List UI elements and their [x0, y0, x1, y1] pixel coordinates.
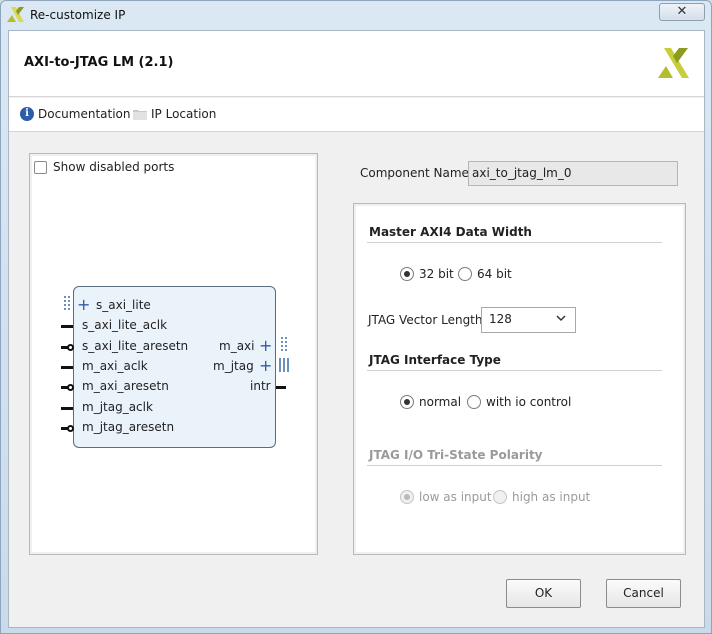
radio-with-io-control[interactable] — [467, 395, 481, 409]
port-m-axi-aresetn: m_axi_aresetn — [82, 379, 169, 393]
radio-64-bit-label: 64 bit — [477, 267, 512, 281]
folder-icon — [133, 110, 147, 120]
window-title: Re-customize IP — [30, 8, 126, 22]
vector-length-label: JTAG Vector Length — [368, 313, 483, 327]
link-bar: i Documentation IP Location — [9, 98, 704, 132]
vector-length-dropdown[interactable]: 128 — [481, 307, 576, 333]
ip-location-label: IP Location — [151, 107, 217, 121]
component-name-field[interactable]: axi_to_jtag_lm_0 — [468, 161, 678, 186]
documentation-link[interactable]: i Documentation — [20, 107, 131, 121]
radio-with-io-control-label: with io control — [486, 395, 572, 409]
jtag-bus-lines — [279, 358, 289, 372]
tristate-polarity-title: JTAG I/O Tri-State Polarity — [369, 448, 543, 462]
configuration-panel: Master AXI4 Data Width 32 bit 64 bit JTA… — [353, 203, 686, 555]
reset-pin-circle — [67, 344, 74, 351]
xilinx-logo-icon — [7, 7, 24, 22]
radio-64-bit[interactable] — [458, 267, 472, 281]
ip-location-link[interactable]: IP Location — [133, 107, 216, 121]
show-disabled-ports-checkbox[interactable] — [34, 160, 47, 174]
vector-length-value: 128 — [489, 312, 512, 326]
port-m-axi-aclk: m_axi_aclk — [82, 359, 148, 373]
polarity-low-option: low as input — [400, 490, 492, 504]
ip-title: AXI-to-JTAG LM (2.1) — [24, 55, 174, 70]
header: AXI-to-JTAG LM (2.1) — [9, 31, 704, 97]
pin-m-jtag-aclk — [61, 407, 73, 410]
radio-low-as-input-label: low as input — [419, 490, 492, 504]
ok-button[interactable]: OK — [506, 579, 581, 608]
port-s-axi-lite: s_axi_lite — [96, 298, 151, 312]
radio-32-bit-label: 32 bit — [419, 267, 454, 281]
port-m-jtag-aclk: m_jtag_aclk — [82, 400, 153, 414]
radio-high-as-input — [493, 490, 507, 504]
bus-dots-right-a — [281, 337, 283, 351]
radio-normal[interactable] — [400, 395, 414, 409]
section-divider — [367, 465, 662, 466]
polarity-high-option: high as input — [493, 490, 590, 504]
interface-type-title: JTAG Interface Type — [369, 353, 501, 367]
section-divider — [367, 242, 662, 243]
expand-plus-icon[interactable]: + — [259, 358, 272, 374]
reset-pin-circle — [67, 384, 74, 391]
pin-s-axi-lite-aclk — [61, 325, 73, 328]
port-intr: intr — [250, 379, 271, 393]
interface-normal-option[interactable]: normal — [400, 395, 461, 409]
port-m-axi: m_axi — [219, 339, 255, 353]
pin-intr — [276, 386, 286, 389]
section-divider — [367, 370, 662, 371]
data-width-32-option[interactable]: 32 bit — [400, 267, 454, 281]
documentation-label: Documentation — [38, 107, 131, 121]
xilinx-logo-icon — [658, 48, 689, 78]
info-icon: i — [20, 107, 34, 121]
port-s-axi-lite-aresetn: s_axi_lite_aresetn — [82, 339, 189, 353]
show-disabled-ports-label: Show disabled ports — [53, 160, 175, 174]
port-m-jtag: m_jtag — [213, 359, 254, 373]
radio-high-as-input-label: high as input — [512, 490, 591, 504]
ip-symbol-panel: Show disabled ports + s_axi_lite s_axi_l… — [29, 153, 318, 555]
show-disabled-ports-row[interactable]: Show disabled ports — [34, 160, 174, 174]
port-m-jtag-aresetn: m_jtag_aresetn — [82, 420, 175, 434]
data-width-64-option[interactable]: 64 bit — [458, 267, 512, 281]
title-bar[interactable]: Re-customize IP ✕ — [1, 1, 711, 29]
port-s-axi-lite-aclk: s_axi_lite_aclk — [82, 318, 168, 332]
expand-plus-icon[interactable]: + — [259, 338, 272, 354]
interface-io-control-option[interactable]: with io control — [467, 395, 571, 409]
recustomize-ip-dialog: Re-customize IP ✕ AXI-to-JTAG LM (2.1) i… — [0, 0, 712, 634]
ip-block[interactable]: + s_axi_lite s_axi_lite_aclk s_axi_lite_… — [73, 286, 276, 448]
close-button[interactable]: ✕ — [659, 3, 705, 21]
expand-plus-icon[interactable]: + — [77, 297, 90, 313]
cancel-button[interactable]: Cancel — [606, 579, 681, 608]
component-name-label: Component Name — [360, 166, 469, 180]
bus-dots-left-b — [68, 296, 70, 310]
bus-dots-left-a — [64, 296, 66, 310]
data-width-title: Master AXI4 Data Width — [369, 225, 532, 239]
dialog-body: AXI-to-JTAG LM (2.1) i Documentation IP … — [8, 30, 705, 628]
radio-32-bit[interactable] — [400, 267, 414, 281]
radio-low-as-input — [400, 490, 414, 504]
radio-normal-label: normal — [419, 395, 462, 409]
chevron-down-icon — [556, 315, 566, 322]
bus-dots-right-b — [285, 337, 287, 351]
reset-pin-circle — [67, 425, 74, 432]
pin-m-axi-aclk — [61, 366, 73, 369]
